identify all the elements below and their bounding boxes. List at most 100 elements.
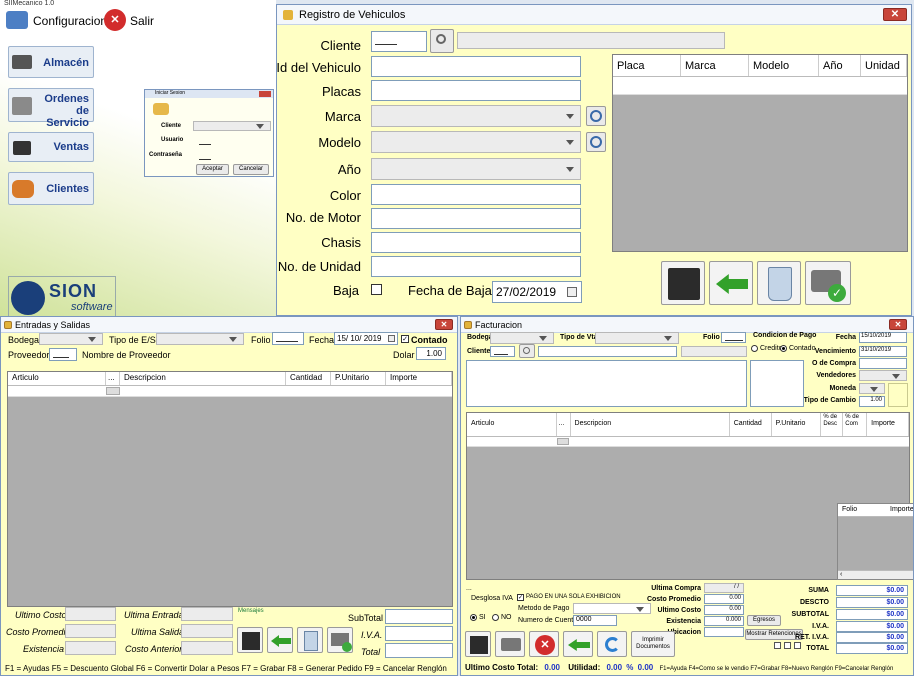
- folio-col[interactable]: Folio: [842, 506, 857, 513]
- vehiculo-fecha-baja-picker[interactable]: 27/02/2019: [492, 281, 582, 303]
- config-button[interactable]: Configuracion: [6, 8, 107, 32]
- folio-grid[interactable]: Folio Importe ‹: [837, 503, 913, 580]
- vehiculo-motor-field[interactable]: [371, 208, 581, 229]
- entradas-dolar-field[interactable]: 1.00: [416, 347, 446, 360]
- fact-cliente-code[interactable]: [490, 346, 515, 357]
- moneda-select[interactable]: [859, 383, 885, 394]
- entradas-back-button[interactable]: [267, 627, 293, 653]
- entradas-print-button[interactable]: [327, 627, 353, 653]
- fact-col-importe[interactable]: Importe: [867, 413, 909, 436]
- fact-cancel-button[interactable]: ✕: [529, 631, 559, 657]
- fact-notes-area[interactable]: [466, 360, 747, 407]
- vehiculo-save-button[interactable]: [661, 261, 705, 305]
- entradas-bodega-select[interactable]: [39, 333, 103, 345]
- ret-checkbox-2[interactable]: [784, 642, 791, 649]
- fact-fecha-picker[interactable]: 15/10/2019: [859, 332, 907, 343]
- entradas-fecha-picker[interactable]: 15/ 10/ 2019: [334, 332, 398, 345]
- fact-col-com[interactable]: % de Com: [843, 413, 868, 436]
- fact-search-button[interactable]: [519, 344, 535, 358]
- login-close-button[interactable]: [259, 91, 271, 97]
- vehiculo-print-button[interactable]: ✓: [805, 261, 851, 305]
- exit-button[interactable]: ✕ Salir: [104, 8, 164, 32]
- ventas-button[interactable]: Ventas: [8, 132, 94, 162]
- col-punitario[interactable]: P.Unitario: [331, 372, 386, 385]
- login-usuario-field[interactable]: [199, 144, 211, 145]
- vehiculos-close-button[interactable]: ✕: [883, 8, 907, 21]
- row-button[interactable]: [106, 387, 120, 395]
- vehiculo-modelo-select[interactable]: [371, 131, 581, 153]
- entradas-proveedor-field[interactable]: [49, 348, 77, 361]
- vehiculo-cliente-code[interactable]: [371, 31, 427, 52]
- col-importe[interactable]: Importe: [386, 372, 452, 385]
- egresos-button[interactable]: Egresos: [747, 615, 781, 626]
- vehiculo-id-field[interactable]: [371, 56, 581, 77]
- entradas-grid[interactable]: Articulo ... Descripcion Cantidad P.Unit…: [7, 371, 453, 607]
- vehiculos-grid-row[interactable]: [613, 77, 907, 95]
- vehiculo-search-button[interactable]: [430, 29, 454, 53]
- col-anio[interactable]: Año: [819, 55, 861, 76]
- fact-col-descripcion[interactable]: Descripcion: [571, 413, 730, 436]
- si-radio[interactable]: [470, 614, 477, 621]
- col-placa[interactable]: Placa: [613, 55, 681, 76]
- col-descripcion[interactable]: Descripcion: [120, 372, 286, 385]
- fact-row-button[interactable]: [557, 438, 569, 445]
- fact-col-cantidad[interactable]: Cantidad: [730, 413, 772, 436]
- almacen-button[interactable]: Almacén: [8, 46, 94, 78]
- fact-col-desc[interactable]: % de Desc: [821, 413, 844, 436]
- fact-col-punitario[interactable]: P.Unitario: [772, 413, 822, 436]
- fact-save-button[interactable]: [465, 631, 491, 657]
- fact-folio-field[interactable]: [721, 332, 746, 343]
- fact-bodega-select[interactable]: [490, 332, 554, 344]
- fact-tipo-vta-select[interactable]: [595, 332, 679, 344]
- fact-notes-side[interactable]: [750, 360, 804, 407]
- col-cantidad[interactable]: Cantidad: [286, 372, 331, 385]
- vendedores-select[interactable]: [859, 370, 907, 381]
- vehiculos-grid[interactable]: Placa Marca Modelo Año Unidad: [612, 54, 908, 252]
- entradas-delete-button[interactable]: [297, 627, 323, 653]
- col-marca[interactable]: Marca: [681, 55, 749, 76]
- vehiculo-placas-field[interactable]: [371, 80, 581, 101]
- contado-checkbox[interactable]: ✓: [401, 335, 409, 343]
- importe-col[interactable]: Importe: [890, 506, 913, 513]
- ret-checkbox-1[interactable]: [774, 642, 781, 649]
- fact-cliente-name[interactable]: [538, 346, 677, 357]
- vehiculo-chasis-field[interactable]: [371, 232, 581, 253]
- vehiculo-delete-button[interactable]: [757, 261, 801, 305]
- login-password-field[interactable]: [199, 159, 211, 160]
- col-ellipsis[interactable]: ...: [106, 372, 120, 385]
- fact-print-button[interactable]: [495, 631, 525, 657]
- fact-back-button[interactable]: [563, 631, 593, 657]
- entradas-folio-field[interactable]: [272, 332, 304, 345]
- entradas-close-button[interactable]: ✕: [435, 319, 453, 330]
- tipo-cambio-field[interactable]: 1.00: [859, 396, 885, 407]
- login-cancel-button[interactable]: Cancelar: [233, 164, 269, 175]
- fact-col-articulo[interactable]: Articulo: [467, 413, 557, 436]
- contado-radio[interactable]: [780, 345, 787, 352]
- vencimiento-picker[interactable]: 31/10/2019: [859, 346, 907, 357]
- vehiculo-baja-checkbox[interactable]: [371, 284, 382, 295]
- col-modelo[interactable]: Modelo: [749, 55, 819, 76]
- entradas-tipo-select[interactable]: [156, 333, 244, 345]
- fact-col-ellipsis[interactable]: ...: [557, 413, 571, 436]
- vehiculo-marca-select[interactable]: [371, 105, 581, 127]
- metodo-select[interactable]: [573, 603, 651, 614]
- entradas-save-button[interactable]: [237, 627, 263, 653]
- o-compra-field[interactable]: [859, 358, 907, 369]
- fact-refresh-button[interactable]: [597, 631, 627, 657]
- clientes-button[interactable]: Clientes: [8, 172, 94, 205]
- credito-radio[interactable]: [751, 345, 758, 352]
- imprimir-documentos-button[interactable]: Imprimir Documentos: [631, 631, 675, 657]
- modelo-refresh-button[interactable]: [586, 132, 606, 152]
- marca-refresh-button[interactable]: [586, 106, 606, 126]
- vehiculo-color-field[interactable]: [371, 184, 581, 205]
- login-cliente-select[interactable]: [193, 121, 271, 131]
- numero-cuenta-field[interactable]: 0000: [573, 615, 617, 626]
- fact-grid-row[interactable]: [467, 437, 909, 447]
- col-articulo[interactable]: Articulo: [8, 372, 106, 385]
- vehiculo-anio-select[interactable]: [371, 158, 581, 180]
- login-accept-button[interactable]: Aceptar: [196, 164, 229, 175]
- vehiculo-unidad-field[interactable]: [371, 256, 581, 277]
- ordenes-button[interactable]: Ordenes de Servicio: [8, 88, 94, 129]
- facturacion-close-button[interactable]: ✕: [889, 319, 907, 330]
- folio-scrollbar[interactable]: ‹: [838, 570, 913, 579]
